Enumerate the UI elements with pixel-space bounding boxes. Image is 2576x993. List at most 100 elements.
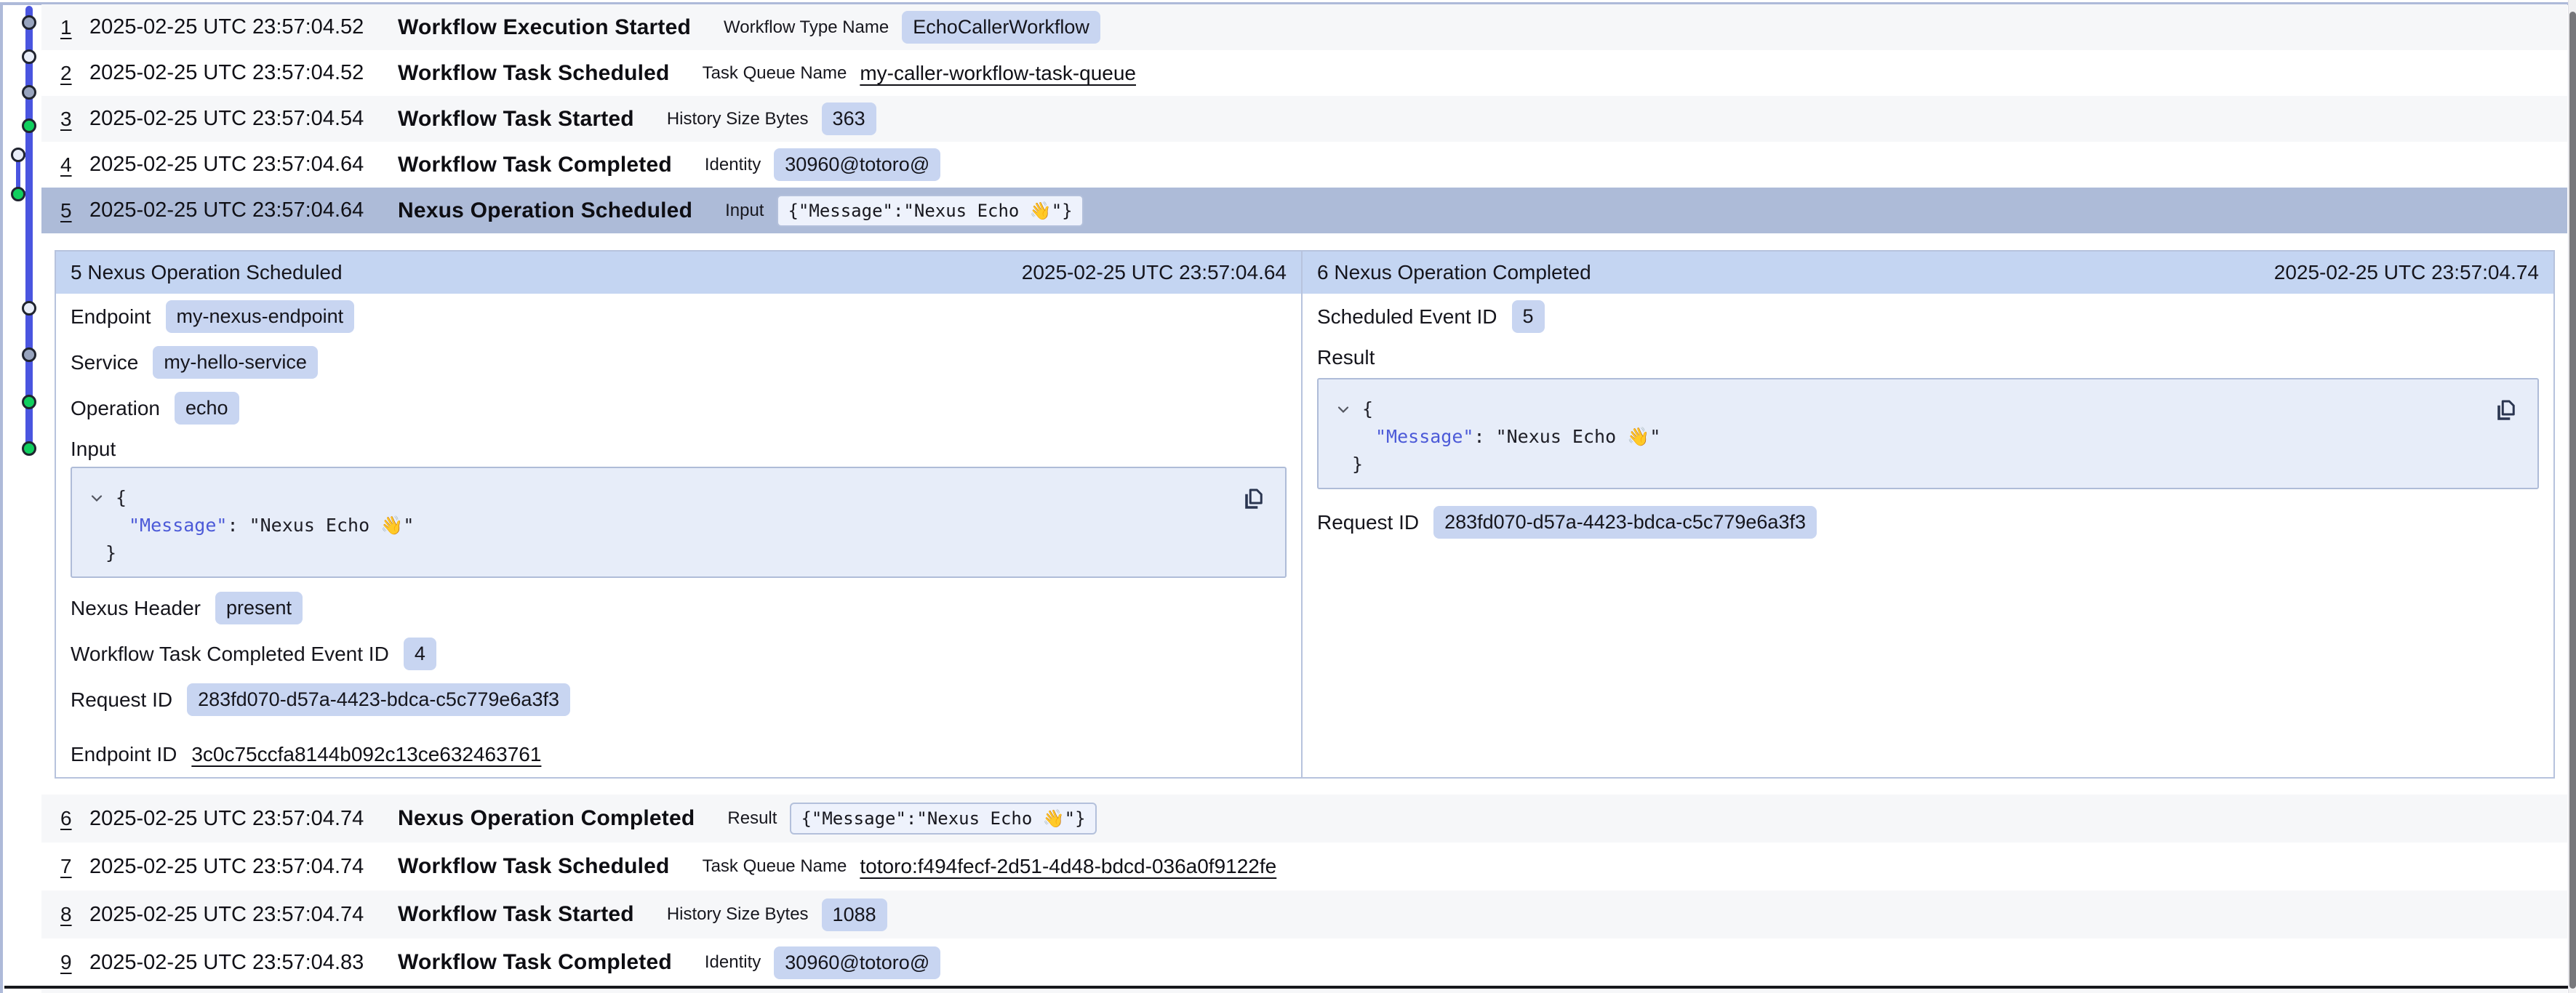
event-name: Workflow Task Completed [398, 153, 672, 177]
vertical-scrollbar[interactable] [2568, 0, 2576, 993]
event-attr-label: Workflow Type Name [724, 17, 889, 38]
event-timestamp: 2025-02-25 UTC 23:57:04.64 [89, 153, 398, 177]
event-attr-label: History Size Bytes [667, 904, 809, 925]
endpoint-id-link[interactable]: 3c0c75ccfa8144b092c13ce632463761 [191, 743, 541, 766]
json-key: "Message" [129, 512, 227, 539]
event-timestamp: 2025-02-25 UTC 23:57:04.74 [89, 807, 398, 831]
detail-title: 5 Nexus Operation Scheduled [71, 261, 343, 284]
task-queue-link[interactable]: my-caller-workflow-task-queue [860, 62, 1136, 85]
detail-field-endpoint: Endpoint my-nexus-endpoint [71, 294, 1287, 339]
detail-field-service: Service my-hello-service [71, 339, 1287, 385]
event-attr-label: Identity [705, 952, 761, 973]
event-id-link[interactable]: 2 [60, 62, 76, 85]
json-key: "Message" [1375, 423, 1473, 451]
event-timestamp: 2025-02-25 UTC 23:57:04.64 [89, 198, 398, 222]
event-attr-value-badge: 30960@totoro@ [774, 148, 940, 181]
event-payload-badge: {"Message":"Nexus Echo 👋"} [790, 803, 1096, 835]
detail-title: 6 Nexus Operation Completed [1317, 261, 1591, 284]
detail-timestamp: 2025-02-25 UTC 23:57:04.64 [1022, 261, 1287, 284]
event-name: Workflow Execution Started [398, 15, 691, 40]
field-value-badge: 283fd070-d57a-4423-bdca-c5c779e6a3f3 [1433, 506, 1817, 539]
timeline-main-line [25, 6, 33, 451]
event-attr-value-badge: EchoCallerWorkflow [902, 11, 1100, 44]
field-label: Nexus Header [71, 597, 201, 620]
detail-header: 6 Nexus Operation Completed 2025-02-25 U… [1303, 252, 2553, 294]
detail-field-request-id: Request ID 283fd070-d57a-4423-bdca-c5c77… [1317, 499, 2539, 545]
next-row-peek [41, 989, 2567, 993]
json-value: "Nexus Echo 👋" [1496, 423, 1661, 451]
event-row-5-selected[interactable]: 5 2025-02-25 UTC 23:57:04.64 Nexus Opera… [41, 188, 2567, 233]
timeline-dot-event-3[interactable] [22, 85, 36, 100]
event-timestamp: 2025-02-25 UTC 23:57:04.52 [89, 15, 398, 39]
event-id-link[interactable]: 9 [60, 951, 76, 974]
event-name: Nexus Operation Completed [398, 806, 695, 831]
copy-icon[interactable] [2491, 395, 2520, 426]
event-row-8[interactable]: 8 2025-02-25 UTC 23:57:04.74 Workflow Ta… [41, 891, 2567, 938]
timeline-dot-event-9[interactable] [22, 395, 36, 409]
event-id-link[interactable]: 6 [60, 807, 76, 830]
event-id-link[interactable]: 3 [60, 108, 76, 131]
event-name: Workflow Task Completed [398, 950, 672, 975]
field-label: Service [71, 351, 138, 374]
event-attr-label: Task Queue Name [703, 63, 847, 84]
field-label: Request ID [1317, 511, 1419, 534]
collapse-chevron-icon[interactable] [1335, 401, 1352, 418]
timeline-dot-event-1[interactable] [22, 15, 36, 30]
timeline-dot-event-6[interactable] [11, 187, 25, 201]
json-colon: : [1473, 423, 1495, 451]
field-label: Scheduled Event ID [1317, 305, 1497, 329]
json-close-brace: } [105, 539, 116, 567]
event-timestamp: 2025-02-25 UTC 23:57:04.52 [89, 61, 398, 85]
copy-icon[interactable] [1239, 484, 1268, 515]
task-queue-link[interactable]: totoro:f494fecf-2d51-4d48-bdcd-036a0f912… [860, 855, 1276, 878]
event-row-3[interactable]: 3 2025-02-25 UTC 23:57:04.54 Workflow Ta… [41, 96, 2567, 142]
left-border [0, 2, 3, 993]
event-timestamp: 2025-02-25 UTC 23:57:04.54 [89, 107, 398, 131]
event-attr-label: Identity [705, 155, 761, 175]
detail-column-nexus-operation-completed: 6 Nexus Operation Completed 2025-02-25 U… [1303, 252, 2553, 777]
timeline-dot-event-2[interactable] [22, 49, 36, 64]
event-id-link[interactable]: 4 [60, 153, 76, 177]
event-row-7[interactable]: 7 2025-02-25 UTC 23:57:04.74 Workflow Ta… [41, 843, 2567, 891]
detail-field-input-label: Input [71, 431, 1287, 467]
json-open-brace: { [116, 484, 127, 512]
event-name: Workflow Task Started [398, 902, 634, 927]
event-id-link[interactable]: 7 [60, 855, 76, 878]
detail-header: 5 Nexus Operation Scheduled 2025-02-25 U… [56, 252, 1301, 294]
collapse-chevron-icon[interactable] [88, 489, 105, 507]
event-id-link[interactable]: 5 [60, 199, 76, 222]
timeline-dot-event-8[interactable] [22, 347, 36, 362]
field-value-badge: my-hello-service [153, 346, 318, 379]
detail-field-endpoint-id: Endpoint ID 3c0c75ccfa8144b092c13ce63246… [71, 731, 1287, 777]
field-value-badge: 5 [1512, 300, 1545, 333]
field-label: Endpoint ID [71, 743, 177, 766]
event-row-1[interactable]: 1 2025-02-25 UTC 23:57:04.52 Workflow Ex… [41, 4, 2567, 50]
event-attr-label: Task Queue Name [703, 856, 847, 877]
event-id-link[interactable]: 8 [60, 903, 76, 926]
event-row-2[interactable]: 2 2025-02-25 UTC 23:57:04.52 Workflow Ta… [41, 50, 2567, 96]
json-colon: : [227, 512, 249, 539]
detail-field-result-label: Result [1317, 339, 2539, 375]
event-row-9[interactable]: 9 2025-02-25 UTC 23:57:04.83 Workflow Ta… [41, 938, 2567, 986]
event-row-6[interactable]: 6 2025-02-25 UTC 23:57:04.74 Nexus Opera… [41, 795, 2567, 843]
event-timestamp: 2025-02-25 UTC 23:57:04.74 [89, 903, 398, 927]
event-name: Workflow Task Started [398, 107, 634, 132]
event-timestamp: 2025-02-25 UTC 23:57:04.83 [89, 951, 398, 975]
event-history-list-bottom: 6 2025-02-25 UTC 23:57:04.74 Nexus Opera… [41, 795, 2567, 986]
detail-column-nexus-operation-scheduled: 5 Nexus Operation Scheduled 2025-02-25 U… [56, 252, 1303, 777]
field-value-badge: my-nexus-endpoint [166, 300, 355, 333]
timeline-dot-event-4[interactable] [22, 118, 36, 133]
field-label: Workflow Task Completed Event ID [71, 643, 389, 666]
timeline-dot-event-10[interactable] [22, 441, 36, 456]
event-row-4[interactable]: 4 2025-02-25 UTC 23:57:04.64 Workflow Ta… [41, 142, 2567, 188]
event-id-link[interactable]: 1 [60, 16, 76, 39]
event-attr-label: Input [725, 201, 764, 221]
event-attr-value-badge: 30960@totoro@ [774, 946, 940, 979]
timeline-dot-event-5[interactable] [11, 148, 25, 162]
scrollbar-thumb[interactable] [2569, 12, 2576, 989]
detail-field-nexus-header: Nexus Header present [71, 585, 1287, 631]
timeline-dot-event-7[interactable] [22, 301, 36, 315]
event-name: Workflow Task Scheduled [398, 61, 670, 86]
field-label: Input [71, 438, 116, 461]
field-label: Endpoint [71, 305, 151, 329]
